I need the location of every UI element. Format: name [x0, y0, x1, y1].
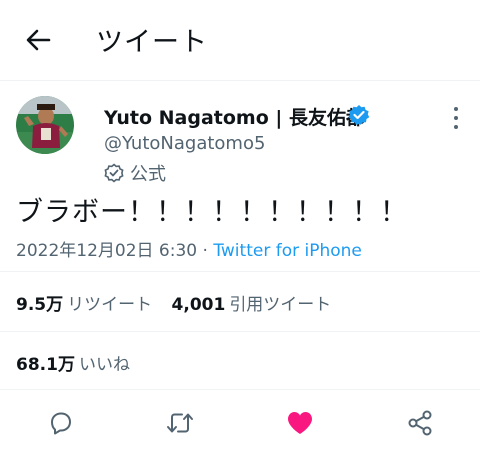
- likes-label: いいね: [78, 355, 130, 375]
- more-vertical-icon[interactable]: [444, 104, 468, 132]
- tweet-source-link[interactable]: Twitter for iPhone: [213, 241, 362, 261]
- verified-badge-icon: [348, 105, 370, 125]
- user-handle[interactable]: @YutoNagatomo5: [104, 133, 265, 154]
- official-check-icon: [104, 163, 124, 183]
- retweet-icon: [167, 413, 193, 433]
- like-button[interactable]: [285, 408, 315, 438]
- official-label-row: 公式: [104, 160, 166, 186]
- reply-button[interactable]: [46, 408, 76, 438]
- retweet-stats-row: 9.5万 リツイート 4,001 引用ツイート: [16, 290, 331, 315]
- quotes-stat[interactable]: 4,001 引用ツイート: [172, 290, 332, 315]
- retweets-count: 9.5万: [16, 295, 64, 315]
- retweet-button[interactable]: [165, 408, 195, 438]
- display-name[interactable]: Yuto Nagatomo | 長友佑都: [104, 103, 365, 130]
- share-button[interactable]: [405, 408, 435, 438]
- share-icon: [408, 410, 432, 436]
- tweet-text: ブラボー！！！！！！！！！！: [16, 197, 408, 228]
- quotes-label: 引用ツイート: [229, 295, 332, 315]
- official-label: 公式: [130, 164, 166, 185]
- tweet-actions-bar: [0, 400, 480, 446]
- tweet-meta: 2022年12月02日 6:30 · Twitter for iPhone: [16, 236, 362, 261]
- tweet-timestamp[interactable]: 2022年12月02日 6:30: [16, 241, 197, 261]
- top-app-bar: ツイート: [0, 0, 480, 81]
- back-button[interactable]: [18, 22, 58, 58]
- likes-stats-row: 68.1万 いいね: [16, 350, 130, 375]
- divider: [0, 331, 480, 332]
- likes-stat[interactable]: 68.1万 いいね: [16, 350, 130, 375]
- reply-icon: [51, 412, 71, 435]
- retweets-stat[interactable]: 9.5万 リツイート: [16, 290, 152, 315]
- arrow-left-icon: [26, 29, 51, 51]
- quotes-count: 4,001: [171, 295, 226, 315]
- heart-icon: [288, 412, 312, 434]
- divider: [0, 389, 480, 390]
- retweets-label: リツイート: [67, 295, 153, 315]
- page-title: ツイート: [96, 27, 208, 58]
- likes-count: 68.1万: [16, 355, 75, 375]
- avatar[interactable]: [16, 96, 74, 154]
- divider: [0, 271, 480, 272]
- meta-separator: ·: [197, 241, 214, 261]
